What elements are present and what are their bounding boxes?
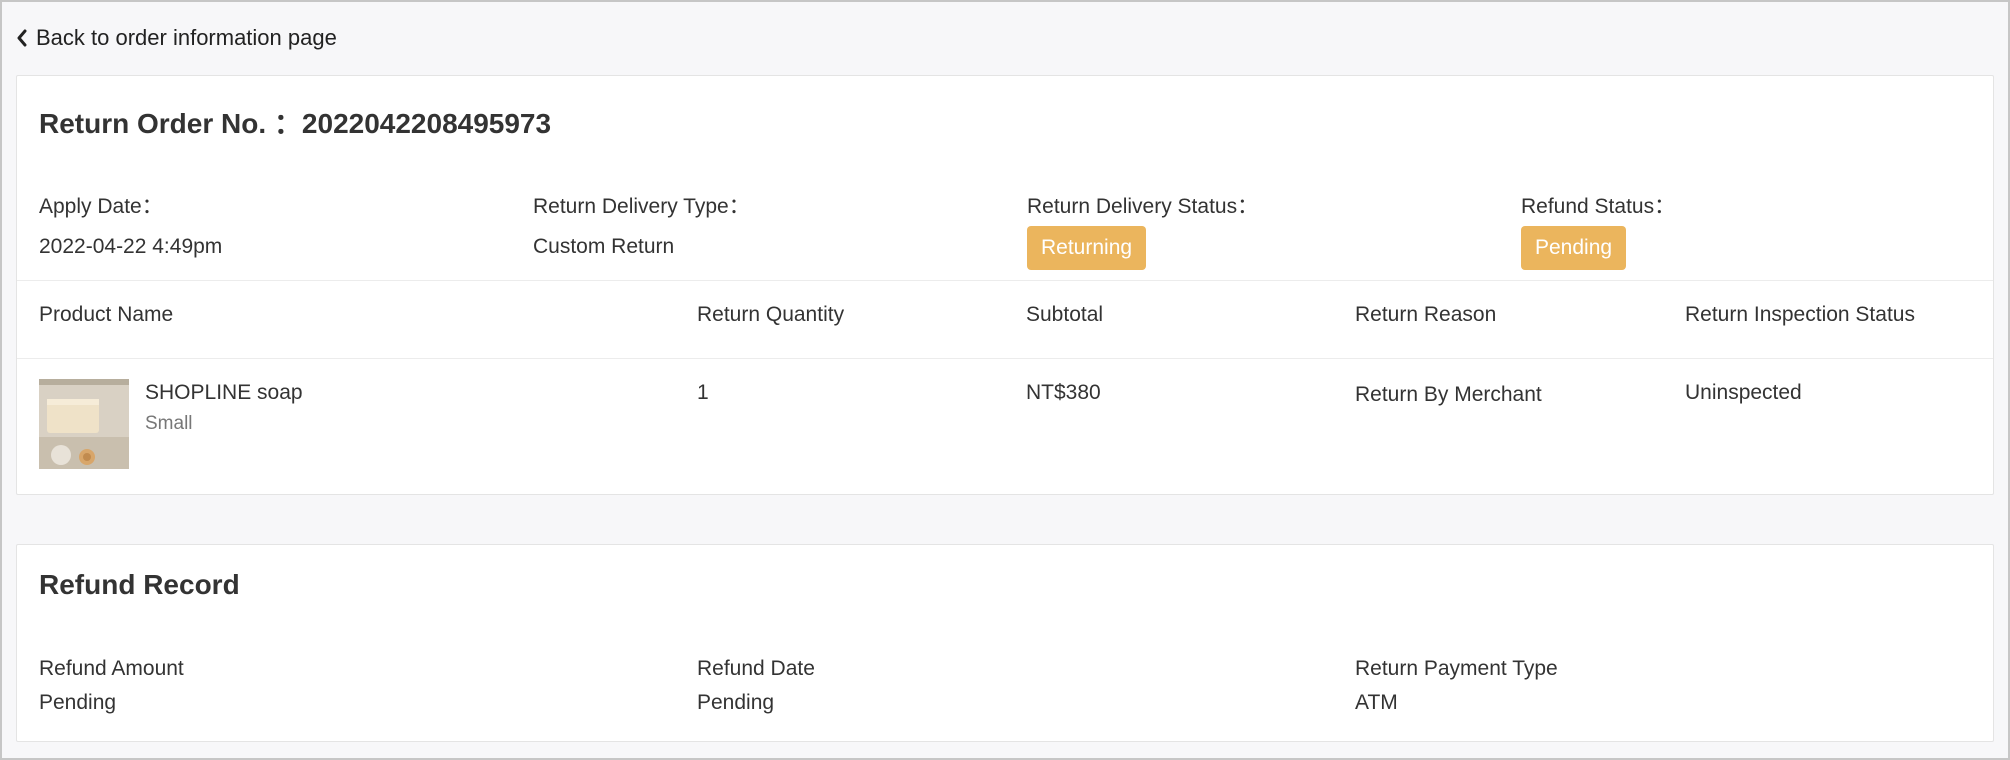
refund-record-title: Refund Record: [39, 569, 240, 600]
product-thumbnail: [39, 379, 129, 469]
refund-amount-label: Refund Amount: [39, 657, 184, 680]
apply-date-field: Apply Date： 2022-04-22 4:49pm: [39, 190, 222, 259]
refund-status-label: Refund Status：: [1521, 195, 1676, 218]
back-link-label[interactable]: Back to order information page: [36, 25, 337, 51]
payment-type-value: ATM: [1355, 691, 1398, 714]
refund-amount-field: Refund Amount Pending: [39, 657, 184, 715]
back-to-order-link[interactable]: Back to order information page: [16, 24, 337, 52]
refund-status-badge: Pending: [1521, 226, 1627, 270]
column-header-product-name: Product Name: [39, 303, 174, 326]
delivery-type-value: Custom Return: [533, 235, 675, 258]
return-order-title-label: Return Order No. ：: [39, 108, 302, 139]
refund-date-field: Refund Date Pending: [697, 657, 815, 715]
page-frame: Back to order information page Return Or…: [0, 0, 2010, 760]
product-name: SHOPLINE soap: [145, 381, 303, 404]
payment-type-field: Return Payment Type ATM: [1355, 657, 1558, 715]
column-header-subtotal: Subtotal: [1026, 303, 1104, 326]
delivery-status-label: Return Delivery Status：: [1027, 195, 1259, 218]
apply-date-value: 2022-04-22 4:49pm: [39, 235, 223, 258]
subtotal-cell: NT$380: [1026, 381, 1101, 404]
refund-record-card: Refund Record Refund Amount Pending Refu…: [16, 544, 1994, 742]
refund-date-value: Pending: [697, 691, 775, 714]
return-order-card: Return Order No. ：2022042208495973 Apply…: [16, 75, 1994, 495]
return-order-title: Return Order No. ：2022042208495973: [39, 102, 551, 142]
return-order-number: 2022042208495973: [301, 108, 552, 139]
return-quantity-cell: 1: [697, 381, 709, 404]
delivery-status-badge: Returning: [1027, 226, 1147, 270]
apply-date-label: Apply Date：: [39, 195, 163, 218]
column-header-return-quantity: Return Quantity: [697, 303, 845, 326]
delivery-type-label: Return Delivery Type：: [533, 195, 750, 218]
return-reason-cell: Return By Merchant: [1355, 383, 1542, 406]
refund-status-field: Refund Status： Pending: [1521, 190, 1675, 270]
table-row: SHOPLINE soap Small 1 NT$380 Return By M…: [17, 359, 1993, 493]
inspection-status-cell: Uninspected: [1685, 381, 1802, 404]
product-variant: Small: [145, 413, 193, 434]
chevron-left-icon: [17, 29, 27, 47]
return-items-table-header: Product Name Return Quantity Subtotal Re…: [17, 281, 1993, 358]
refund-date-label: Refund Date: [697, 657, 815, 680]
refund-amount-value: Pending: [39, 691, 117, 714]
column-header-return-reason: Return Reason: [1355, 303, 1497, 326]
payment-type-label: Return Payment Type: [1355, 657, 1558, 680]
delivery-status-field: Return Delivery Status： Returning: [1027, 190, 1258, 270]
column-header-inspection-status: Return Inspection Status: [1685, 303, 1915, 326]
delivery-type-field: Return Delivery Type： Custom Return: [533, 190, 750, 259]
